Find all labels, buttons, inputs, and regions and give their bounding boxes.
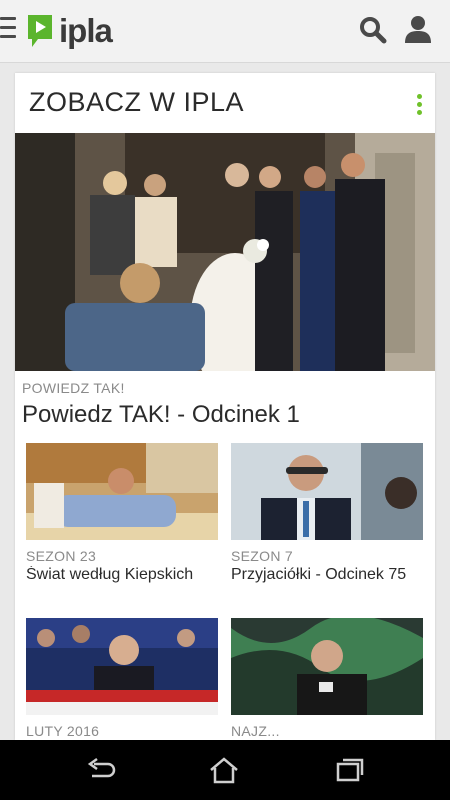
more-vert-icon[interactable] bbox=[417, 94, 423, 116]
tile-thumbnail bbox=[231, 618, 423, 715]
hero-image bbox=[15, 133, 435, 371]
tile-season: SEZON 7 bbox=[231, 548, 294, 564]
system-nav-bar bbox=[0, 740, 450, 800]
hero-thumbnail[interactable] bbox=[15, 133, 435, 371]
tile-title: Przyjaciółki - Odcinek 75 bbox=[231, 566, 407, 583]
tile-title: Świat według Kiepskich bbox=[26, 566, 194, 583]
tile-thumbnail bbox=[231, 443, 423, 540]
tile-thumbnail bbox=[26, 443, 218, 540]
hero-category: POWIEDZ TAK! bbox=[22, 380, 125, 396]
tile-najz[interactable]: NAJZ... bbox=[231, 618, 423, 740]
user-icon[interactable] bbox=[403, 14, 433, 44]
app-logo[interactable]: ipla bbox=[26, 12, 113, 50]
search-icon[interactable] bbox=[359, 16, 387, 44]
ipla-play-icon bbox=[28, 15, 52, 47]
menu-icon[interactable] bbox=[0, 17, 16, 39]
top-app-bar: ipla bbox=[0, 0, 450, 63]
tile-news[interactable]: LUTY 2016 bbox=[26, 618, 218, 740]
home-icon[interactable] bbox=[207, 755, 241, 785]
featured-card: ZOBACZ W IPLA POWIEDZ TAK! Powiedz TAK! … bbox=[15, 73, 435, 740]
hero-title[interactable]: Powiedz TAK! - Odcinek 1 bbox=[22, 401, 300, 429]
tile-przyjaciolki[interactable]: SEZON 7 Przyjaciółki - Odcinek 75 bbox=[231, 443, 423, 584]
tile-season: NAJZ... bbox=[231, 723, 280, 739]
tile-kiepscy[interactable]: SEZON 23 Świat według Kiepskich bbox=[26, 443, 218, 584]
section-title: ZOBACZ W IPLA bbox=[29, 87, 245, 117]
logo-text: ipla bbox=[59, 12, 113, 49]
back-icon[interactable] bbox=[84, 755, 118, 785]
tile-thumbnail bbox=[26, 618, 218, 715]
recents-icon[interactable] bbox=[333, 755, 367, 785]
tile-season: LUTY 2016 bbox=[26, 723, 100, 739]
tile-season: SEZON 23 bbox=[26, 548, 97, 564]
